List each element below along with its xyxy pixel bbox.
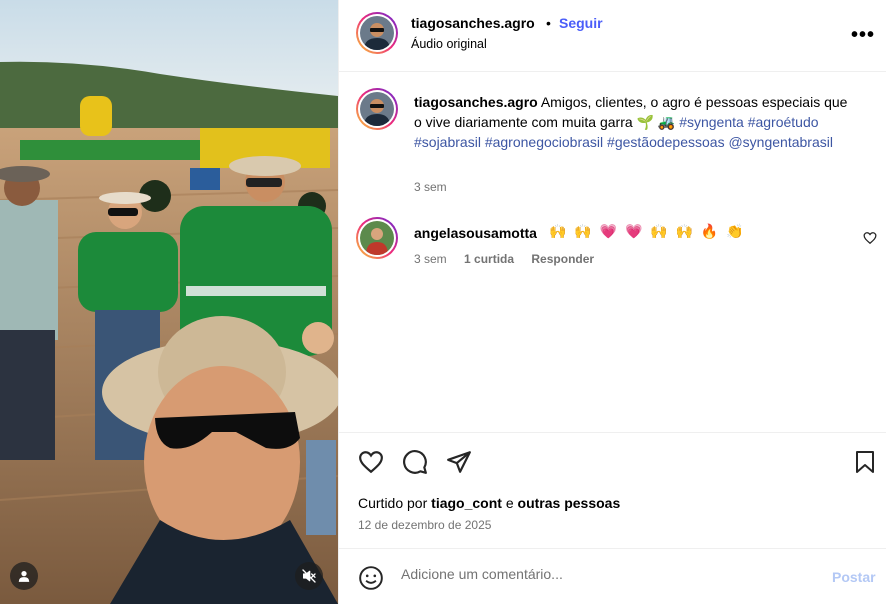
comment-timestamp[interactable]: 3 sem <box>414 252 447 266</box>
comment-likes[interactable]: 1 curtida <box>464 252 514 266</box>
comment-text: 🙌 🙌 💗 💗 🙌 🙌 🔥 👏 <box>549 223 746 239</box>
comment-icon[interactable] <box>402 449 428 475</box>
audio-label[interactable]: Áudio original <box>411 37 487 51</box>
author-username[interactable]: tiagosanches.agro <box>411 15 535 31</box>
caption-username[interactable]: tiagosanches.agro <box>414 94 538 110</box>
author-avatar[interactable] <box>356 12 398 54</box>
avatar-image <box>360 16 394 50</box>
post-comment-button[interactable]: Postar <box>832 569 876 585</box>
hashtag-link[interactable]: #agroétudo <box>748 114 819 130</box>
post-date[interactable]: 12 de dezembro de 2025 <box>358 518 491 532</box>
post-detail-panel: tiagosanches.agro • Seguir Áudio origina… <box>338 0 886 604</box>
hashtag-link[interactable]: #syngenta <box>679 114 744 130</box>
reply-button[interactable]: Responder <box>531 252 594 266</box>
avatar-image <box>360 221 394 255</box>
comment-input[interactable] <box>401 566 811 582</box>
hashtag-link[interactable]: #sojabrasil <box>414 134 481 150</box>
liked-by-summary: Curtido por tiago_cont e outras pessoas <box>358 495 620 511</box>
hashtag-link[interactable]: #agronegociobrasil <box>485 134 603 150</box>
liked-by-and: e <box>505 495 514 511</box>
post-actions: Curtido por tiago_cont e outras pessoas … <box>339 432 886 548</box>
avatar-image <box>360 92 394 126</box>
commenter-username[interactable]: angelasousamotta <box>414 225 537 241</box>
caption-text-block: tiagosanches.agro Amigos, clientes, o ag… <box>414 92 859 152</box>
comment-heart-icon[interactable] <box>863 231 877 245</box>
follow-button[interactable]: Seguir <box>559 15 603 31</box>
comment-meta: 3 sem 1 curtida Responder <box>414 252 608 266</box>
hashtag-link[interactable]: #gestãodepessoas <box>607 134 725 150</box>
liked-by-others[interactable]: outras pessoas <box>518 495 621 511</box>
tagged-people-button[interactable] <box>10 562 38 590</box>
mention-link[interactable]: @syngentabrasil <box>728 134 833 150</box>
bookmark-icon[interactable] <box>853 449 877 475</box>
caption-author-avatar[interactable] <box>356 88 398 130</box>
post-media[interactable] <box>0 0 338 604</box>
more-options-icon[interactable]: ••• <box>851 24 875 47</box>
share-icon[interactable] <box>446 449 472 475</box>
mute-button[interactable] <box>295 562 323 590</box>
add-comment-bar: Postar <box>339 548 886 604</box>
emoji-icon[interactable] <box>358 565 384 591</box>
post-header: tiagosanches.agro • Seguir Áudio origina… <box>339 0 886 72</box>
separator-dot: • <box>546 15 551 31</box>
commenter-avatar[interactable] <box>356 217 398 259</box>
caption-timestamp[interactable]: 3 sem <box>414 180 447 194</box>
user-icon <box>18 571 30 582</box>
liked-by-user[interactable]: tiago_cont <box>431 495 502 511</box>
liked-by-prefix: Curtido por <box>358 495 428 511</box>
heart-icon[interactable] <box>358 449 384 475</box>
post-photo <box>0 0 338 604</box>
muted-speaker-icon <box>302 569 316 583</box>
